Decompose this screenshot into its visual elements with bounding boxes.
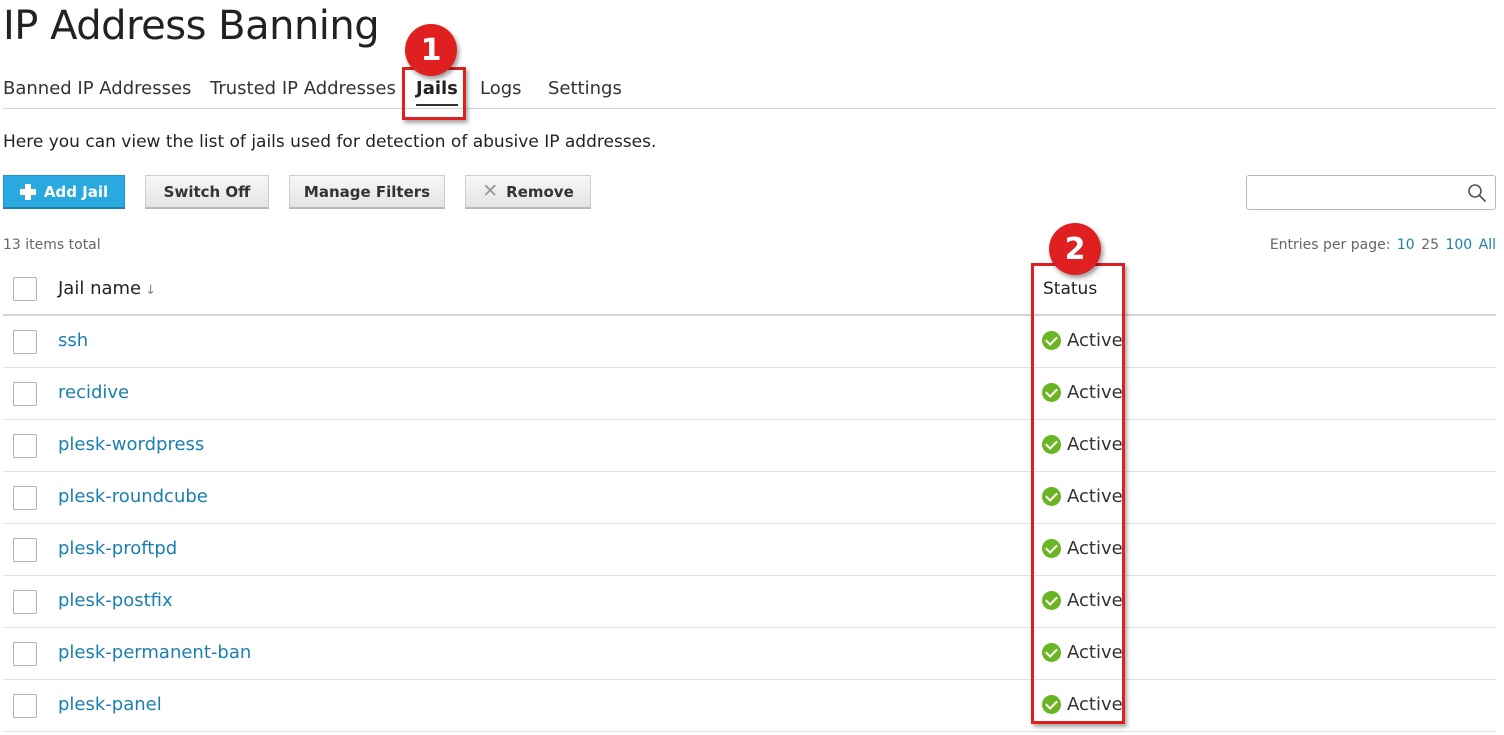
jail-name-link[interactable]: plesk-permanent-ban [58, 642, 251, 663]
jail-name-link[interactable]: plesk-proftpd [58, 538, 177, 559]
switch-off-button[interactable]: Switch Off [145, 175, 269, 209]
jail-name-link[interactable]: plesk-wordpress [58, 434, 204, 455]
row-checkbox[interactable] [13, 538, 37, 562]
entries-option-all[interactable]: All [1479, 237, 1496, 253]
table-row: ssh Active [3, 316, 1496, 368]
search-input[interactable] [1253, 177, 1467, 210]
entries-option-25[interactable]: 25 [1421, 237, 1439, 253]
entries-option-100[interactable]: 100 [1445, 237, 1472, 253]
jail-name-link[interactable]: ssh [58, 330, 88, 351]
row-checkbox[interactable] [13, 694, 37, 718]
tab-trusted-ip-addresses[interactable]: Trusted IP Addresses [210, 78, 396, 99]
table-row: plesk-roundcube Active [3, 472, 1496, 524]
sort-arrow-icon: ↓ [145, 283, 157, 298]
row-checkbox[interactable] [13, 590, 37, 614]
annotation-box-status-column [1031, 263, 1125, 724]
table-row: recidive Active [3, 368, 1496, 420]
jail-name-link[interactable]: plesk-postfix [58, 590, 173, 611]
switch-off-label: Switch Off [163, 182, 251, 201]
manage-filters-label: Manage Filters [303, 182, 431, 201]
entries-option-10[interactable]: 10 [1397, 237, 1415, 253]
table-header: Jail name ↓ Status [3, 263, 1496, 316]
annotation-badge-2: 2 [1049, 223, 1101, 275]
add-jail-button[interactable]: Add Jail [3, 175, 125, 209]
page-title: IP Address Banning [3, 3, 380, 49]
tab-logs[interactable]: Logs [480, 78, 522, 99]
table-row: plesk-permanent-ban Active [3, 628, 1496, 680]
select-all-checkbox[interactable] [13, 277, 37, 301]
tab-settings[interactable]: Settings [548, 78, 622, 99]
add-jail-label: Add Jail [43, 182, 109, 201]
tab-bar: Banned IP Addresses Trusted IP Addresses… [3, 75, 1496, 109]
column-header-jail-name-label: Jail name [58, 278, 142, 299]
annotation-badge-1: 1 [405, 24, 457, 76]
table-row: plesk-panel Active [3, 680, 1496, 732]
intro-text: Here you can view the list of jails used… [3, 132, 657, 152]
row-checkbox[interactable] [13, 486, 37, 510]
jail-name-link[interactable]: recidive [58, 382, 129, 403]
jails-table: Jail name ↓ Status ssh Active recidive Ac… [3, 263, 1496, 732]
row-checkbox[interactable] [13, 330, 37, 354]
items-total: 13 items total [3, 237, 101, 253]
manage-filters-button[interactable]: Manage Filters [289, 175, 445, 209]
entries-label: Entries per page: [1269, 237, 1391, 253]
remove-icon: ✕ [482, 180, 499, 202]
jail-name-link[interactable]: plesk-panel [58, 694, 162, 715]
remove-button[interactable]: ✕ Remove [465, 175, 591, 209]
table-row: plesk-proftpd Active [3, 524, 1496, 576]
remove-label: Remove [506, 182, 574, 201]
jail-name-link[interactable]: plesk-roundcube [58, 486, 208, 507]
column-header-jail-name[interactable]: Jail name ↓ [58, 278, 156, 299]
row-checkbox[interactable] [13, 642, 37, 666]
entries-per-page: Entries per page: 10 25 100 All [1270, 237, 1496, 253]
tab-banned-ip-addresses[interactable]: Banned IP Addresses [3, 78, 191, 99]
row-checkbox[interactable] [13, 434, 37, 458]
row-checkbox[interactable] [13, 382, 37, 406]
search-icon[interactable] [1467, 183, 1487, 203]
search-box [1246, 175, 1496, 210]
plus-icon [19, 183, 36, 200]
table-row: plesk-postfix Active [3, 576, 1496, 628]
table-row: plesk-wordpress Active [3, 420, 1496, 472]
